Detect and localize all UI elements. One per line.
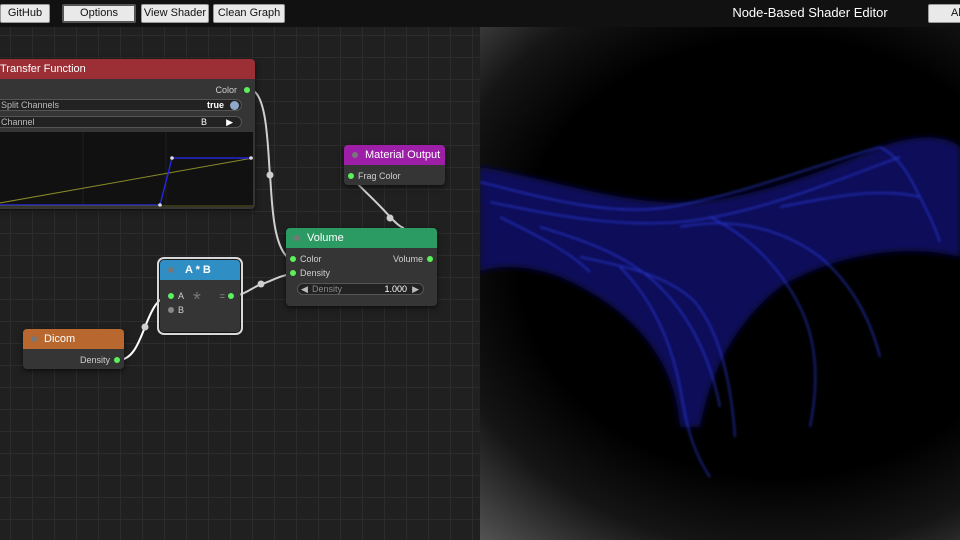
wire-handle[interactable] xyxy=(386,214,394,222)
transfer-function-header[interactable]: Transfer Function xyxy=(0,59,255,79)
volume-color-input-socket[interactable] xyxy=(290,256,296,262)
volume-output-label: Volume xyxy=(392,254,423,264)
multiply-header[interactable]: A * B xyxy=(160,260,240,280)
density-decrement-arrow-icon[interactable]: ◀ xyxy=(301,284,308,295)
node-graph-canvas[interactable]: Transfer Function Color Split Channels t… xyxy=(0,27,480,540)
render-preview[interactable] xyxy=(480,27,960,540)
channel-select[interactable]: Channel B ▶ xyxy=(0,116,242,128)
dicom-density-output-label: Density xyxy=(79,355,110,365)
dicom-node[interactable]: Dicom Density xyxy=(23,329,124,369)
transfer-curve-editor[interactable] xyxy=(0,132,255,209)
about-button[interactable]: Al xyxy=(928,4,960,23)
channel-value: B xyxy=(200,117,207,127)
volume-node[interactable]: Volume Color Density Volume ◀ Density 1.… xyxy=(286,228,437,306)
top-toolbar: GitHub Options View Shader Clean Graph N… xyxy=(0,0,960,27)
transfer-color-output-label: Color xyxy=(215,85,237,95)
density-widget-value: 1.000 xyxy=(384,284,407,294)
node-collapse-dot-icon[interactable] xyxy=(294,235,300,241)
clean-graph-button[interactable]: Clean Graph xyxy=(213,4,285,23)
multiply-input-b-label: B xyxy=(178,305,185,315)
transfer-function-node[interactable]: Transfer Function Color Split Channels t… xyxy=(0,59,255,209)
options-button[interactable]: Options xyxy=(62,4,136,23)
split-channels-value: true xyxy=(206,100,224,110)
material-output-node[interactable]: Material Output Frag Color xyxy=(344,145,445,185)
dicom-density-output-socket[interactable] xyxy=(114,357,120,363)
multiply-input-b-socket[interactable] xyxy=(168,307,174,313)
curve-control-point[interactable] xyxy=(158,203,162,207)
transfer-function-title: Transfer Function xyxy=(0,63,86,75)
density-number-widget[interactable]: ◀ Density 1.000 ▶ xyxy=(297,283,424,295)
material-output-title: Material Output xyxy=(365,149,441,161)
volume-render-image xyxy=(480,137,960,478)
volume-density-input-label: Density xyxy=(300,268,331,278)
split-channels-label: Split Channels xyxy=(1,100,60,110)
multiply-node[interactable]: A * B A B * = xyxy=(157,257,243,335)
wire-handle[interactable] xyxy=(257,280,265,288)
multiply-operator-symbol: * xyxy=(193,289,201,311)
multiply-title: A * B xyxy=(185,264,211,276)
multiply-input-a-label: A xyxy=(178,291,185,301)
dicom-title: Dicom xyxy=(44,333,76,345)
channel-label: Channel xyxy=(1,117,35,127)
node-collapse-dot-icon[interactable] xyxy=(168,267,174,273)
app-title: Node-Based Shader Editor xyxy=(732,5,888,20)
curve-control-point[interactable] xyxy=(170,156,174,160)
material-output-header[interactable]: Material Output xyxy=(344,145,445,165)
volume-title: Volume xyxy=(307,232,344,244)
frag-color-input-label: Frag Color xyxy=(358,171,401,181)
toggle-knob-icon xyxy=(230,101,239,110)
node-collapse-dot-icon[interactable] xyxy=(31,336,37,342)
node-collapse-dot-icon[interactable] xyxy=(352,152,358,158)
volume-output-socket[interactable] xyxy=(427,256,433,262)
volume-header[interactable]: Volume xyxy=(286,228,437,248)
split-channels-toggle[interactable]: Split Channels true xyxy=(0,99,242,111)
curve-control-point[interactable] xyxy=(249,156,253,160)
frag-color-input-socket[interactable] xyxy=(348,173,354,179)
github-button[interactable]: GitHub xyxy=(0,4,50,23)
channel-next-arrow-icon[interactable]: ▶ xyxy=(226,117,233,128)
view-shader-button[interactable]: View Shader xyxy=(141,4,209,23)
wire-handle[interactable] xyxy=(266,171,274,179)
render-haze xyxy=(480,137,960,427)
volume-density-input-socket[interactable] xyxy=(290,270,296,276)
wire-handle[interactable] xyxy=(141,323,149,331)
density-widget-label: Density xyxy=(312,284,343,294)
volume-color-input-label: Color xyxy=(300,254,322,264)
dicom-header[interactable]: Dicom xyxy=(23,329,124,349)
density-increment-arrow-icon[interactable]: ▶ xyxy=(412,284,419,295)
multiply-output-label: = xyxy=(219,291,225,301)
multiply-input-a-socket[interactable] xyxy=(168,293,174,299)
multiply-output-socket[interactable] xyxy=(228,293,234,299)
transfer-color-output-socket[interactable] xyxy=(244,87,250,93)
